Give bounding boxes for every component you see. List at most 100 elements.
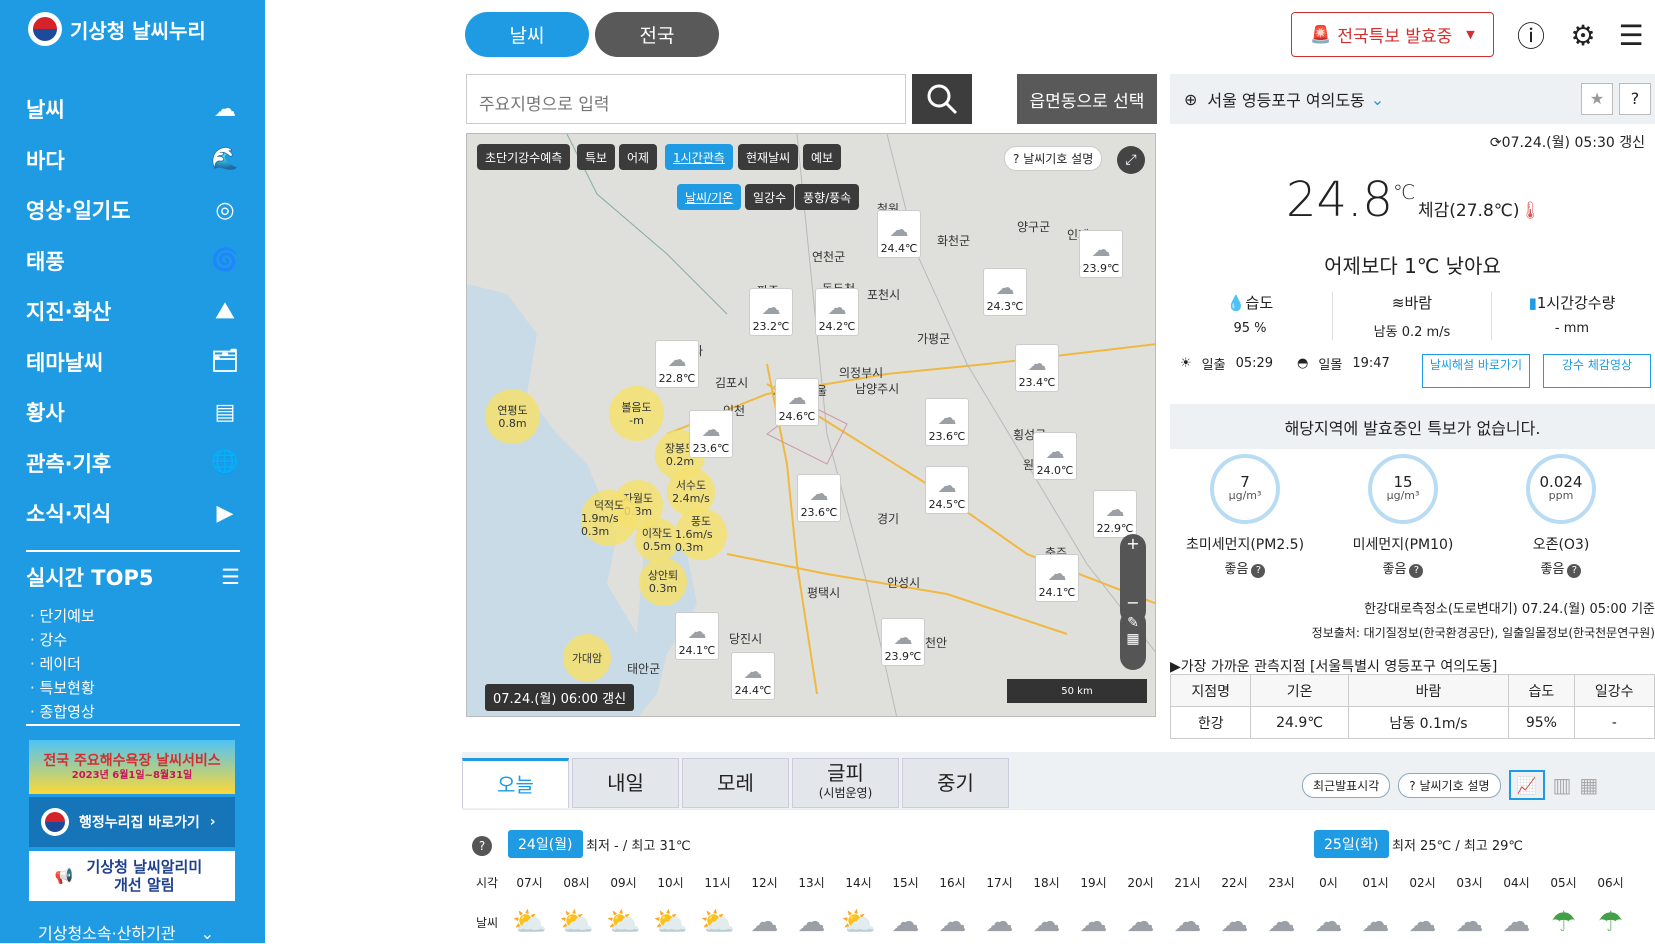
map-tab[interactable]: 어제 bbox=[619, 144, 658, 170]
map-tab[interactable]: 예보 bbox=[803, 144, 842, 170]
top5-item[interactable]: · 특보현황 bbox=[26, 676, 240, 700]
map-tab[interactable]: 특보 bbox=[577, 144, 616, 170]
favorite-star-icon[interactable]: ★ bbox=[1581, 83, 1613, 115]
station-marker[interactable]: ☁ 24.2℃ bbox=[815, 288, 859, 336]
gauge-value: 0.024 bbox=[1539, 473, 1583, 491]
gear-icon[interactable]: ⚙ bbox=[1564, 16, 1602, 54]
tab-national[interactable]: 전국 bbox=[595, 12, 719, 57]
help-icon[interactable]: ? bbox=[1251, 564, 1266, 578]
menu-icon: ◎ bbox=[215, 197, 235, 223]
top5-item[interactable]: · 종합영상 bbox=[26, 700, 240, 724]
tab-weather[interactable]: 날씨 bbox=[465, 12, 589, 57]
sidebar-item[interactable]: 날씨 ☁ bbox=[26, 84, 240, 135]
station-marker[interactable]: ☁ 24.5℃ bbox=[925, 466, 969, 514]
station-marker[interactable]: ☁ 24.4℃ bbox=[731, 652, 775, 700]
search-button[interactable] bbox=[912, 74, 972, 124]
affiliated-orgs-dropdown[interactable]: 기상청소속·산하기관 ⌄ bbox=[38, 920, 214, 944]
station-marker[interactable]: ☁ 23.4℃ bbox=[1015, 344, 1059, 392]
list-icon[interactable]: ☰ bbox=[221, 565, 240, 589]
day1-minmax: 최저 - / 최고 31℃ bbox=[586, 839, 691, 854]
weather-map[interactable]: 초단기강수예측 특보 어제 1시간관측 현재날씨 예보 날씨/기온 일강수 풍향/풍속 ? 날… bbox=[466, 133, 1156, 717]
help-icon[interactable]: ? bbox=[1567, 564, 1582, 578]
zoom-in-icon[interactable]: + bbox=[1120, 534, 1146, 553]
sidebar-item[interactable]: 관측·기후 🌐 bbox=[26, 438, 240, 489]
gauge-value: 15 bbox=[1393, 473, 1413, 491]
hamburger-menu-icon[interactable]: ☰ bbox=[1612, 16, 1650, 54]
top5-item[interactable]: · 레이더 bbox=[26, 652, 240, 676]
map-subtab[interactable]: 일강수 bbox=[745, 184, 795, 210]
table-header-cell: 기온 bbox=[1250, 674, 1349, 707]
station-marker[interactable]: ☁ 22.9℃ bbox=[1093, 490, 1137, 538]
sidebar-item[interactable]: 지진·화산 ⛰ bbox=[26, 286, 240, 337]
sidebar-item[interactable]: 영상·일기도 ◎ bbox=[26, 185, 240, 236]
forecast-tab[interactable]: 글피 (시범운영) bbox=[792, 758, 899, 808]
station-marker[interactable]: ☁ 23.6℃ bbox=[689, 410, 733, 458]
info-icon[interactable]: ⓘ bbox=[1512, 16, 1550, 54]
map-legend-button[interactable]: ? 날씨기호 설명 bbox=[1004, 146, 1103, 171]
station-marker[interactable]: ☁ 24.3℃ bbox=[983, 268, 1027, 316]
sea-marker[interactable]: 이작도 0.5m bbox=[635, 518, 679, 562]
sidebar-item[interactable]: 황사 ▤ bbox=[26, 387, 240, 438]
station-marker[interactable]: ☁ 23.9℃ bbox=[1079, 230, 1123, 278]
forecast-tab[interactable]: 내일 bbox=[572, 758, 679, 808]
search-input[interactable]: 주요지명으로 입력 bbox=[466, 74, 906, 124]
station-marker[interactable]: ☁ 24.1℃ bbox=[1035, 554, 1079, 602]
gov-portal-link[interactable]: 행정누리집 바로가기 › bbox=[29, 797, 235, 847]
recent-release-button[interactable]: 최근발표시각 bbox=[1302, 772, 1391, 798]
station-marker[interactable]: ☁ 24.4℃ bbox=[877, 210, 921, 258]
sidebar-item[interactable]: 바다 🌊 bbox=[26, 135, 240, 186]
map-tab[interactable]: 초단기강수예측 bbox=[477, 144, 571, 170]
sea-marker[interactable]: 볼음도 -m bbox=[609, 386, 664, 441]
sea-marker[interactable]: 덕적도 1.9m/s 0.3m bbox=[581, 490, 637, 546]
map-tab[interactable]: 1시간관측 bbox=[665, 144, 733, 170]
table-view-icon[interactable]: ▦ bbox=[1579, 773, 1598, 797]
help-button[interactable]: ? bbox=[1619, 83, 1651, 115]
rain-video-button[interactable]: 강수 체감영상 bbox=[1543, 354, 1651, 388]
update-time: ⟳07.24.(월) 05:30 갱신 bbox=[1490, 132, 1645, 152]
select-district-button[interactable]: 읍면동으로 선택 bbox=[1017, 74, 1157, 124]
refresh-icon[interactable]: ⟳ bbox=[1490, 135, 1502, 151]
alarm-notice-banner[interactable]: 📢 기상청 날씨알리미 개선 알림 bbox=[29, 851, 235, 901]
sea-marker[interactable]: 가대암 bbox=[563, 634, 611, 682]
forecast-tab[interactable]: 오늘 bbox=[462, 758, 569, 808]
commentary-button[interactable]: 날씨해설 바로가기 bbox=[1422, 354, 1530, 388]
forecast-tab[interactable]: 중기 bbox=[902, 758, 1009, 808]
map-subtab[interactable]: 풍향/풍속 bbox=[795, 184, 860, 210]
search-icon bbox=[927, 84, 958, 115]
station-marker[interactable]: ☁ 24.1℃ bbox=[675, 612, 719, 660]
station-marker[interactable]: ☁ 23.2℃ bbox=[749, 288, 793, 336]
logo[interactable]: 기상청 날씨누리 bbox=[28, 12, 206, 46]
bar-chart-view-icon[interactable]: ▥ bbox=[1553, 773, 1572, 797]
map-subtab[interactable]: 날씨/기온 bbox=[677, 184, 742, 210]
forecast-legend-button[interactable]: ? 날씨기호 설명 bbox=[1398, 772, 1501, 798]
help-icon[interactable]: ? bbox=[1409, 564, 1424, 578]
station-marker[interactable]: ☁ 22.8℃ bbox=[655, 340, 699, 388]
station-marker[interactable]: ☁ 23.9℃ bbox=[881, 618, 925, 666]
sidebar-item-label: 태풍 bbox=[26, 249, 65, 274]
sidebar-item[interactable]: 소식·지식 ▶ bbox=[26, 488, 240, 539]
sidebar-item[interactable]: 테마날씨 🗂 bbox=[26, 337, 240, 388]
national-alert-button[interactable]: 🚨 전국특보 발효중 ▼ bbox=[1291, 12, 1494, 57]
line-chart-view-icon[interactable]: 📈 bbox=[1508, 770, 1545, 800]
station-temp: 24.0℃ bbox=[1036, 464, 1074, 477]
top5-item[interactable]: · 단기예보 bbox=[26, 604, 240, 628]
station-marker[interactable]: ☁ 23.6℃ bbox=[797, 474, 841, 522]
sea-marker[interactable]: 연평도 0.8m bbox=[485, 389, 540, 444]
help-icon[interactable]: ? bbox=[472, 836, 492, 856]
station-marker[interactable]: ☁ 24.0℃ bbox=[1033, 432, 1077, 480]
beach-banner[interactable]: 전국 주요해수욕장 날씨서비스 2023년 6월1일~8월31일 bbox=[29, 740, 235, 794]
weather-icon: ☁ bbox=[1126, 905, 1155, 938]
station-marker[interactable]: ☁ 23.6℃ bbox=[925, 398, 969, 446]
help-icon: ? bbox=[1409, 778, 1416, 793]
station-temp: 23.2℃ bbox=[752, 320, 790, 333]
top5-item[interactable]: · 강수 bbox=[26, 628, 240, 652]
location-bar[interactable]: ⊕ 서울 영등포구 여의도동 ⌄ ★ ? bbox=[1170, 74, 1655, 124]
station-marker[interactable]: ☁ 24.6℃ bbox=[775, 378, 819, 426]
map-tab[interactable]: 현재날씨 bbox=[738, 144, 799, 170]
forecast-tab[interactable]: 모레 bbox=[682, 758, 789, 808]
ruler-icon[interactable]: ✎ ▦ bbox=[1120, 610, 1146, 670]
expand-map-icon[interactable]: ⤢ bbox=[1117, 146, 1145, 174]
sea-marker[interactable]: 풍도 1.6m/s 0.3m bbox=[675, 508, 727, 560]
sidebar-item[interactable]: 태풍 🌀 bbox=[26, 236, 240, 287]
sea-marker[interactable]: 상안퇴 0.3m bbox=[639, 558, 687, 606]
